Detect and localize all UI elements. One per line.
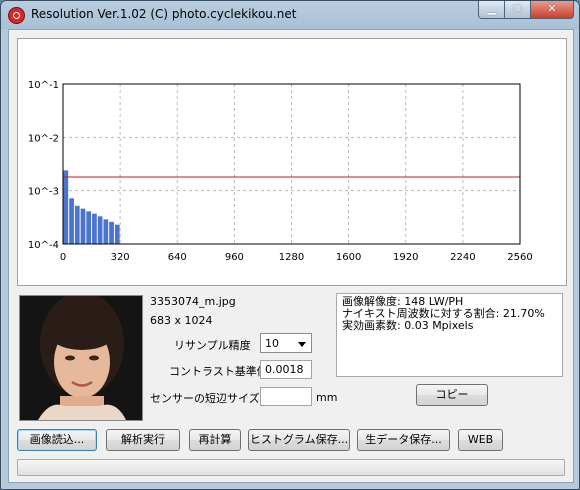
contrast-threshold-input[interactable] [260,360,312,379]
x-tick-label: 960 [225,252,244,263]
resample-precision-label: リサンプル精度 [174,339,251,352]
histogram-bar [109,221,114,244]
window-title: Resolution Ver.1.02 (C) photo.cyclekikou… [31,7,297,21]
close-icon: ✕ [547,2,557,15]
x-tick-label: 640 [168,252,187,263]
y-tick-label: 10^-2 [28,133,59,144]
x-tick-label: 0 [60,252,66,263]
histogram-bar [97,216,103,244]
y-tick-label: 10^-1 [28,80,59,91]
analyze-button[interactable]: 解析実行 [106,429,180,451]
contrast-threshold-label: コントラスト基準値 [169,365,268,378]
x-tick-label: 1600 [336,252,361,263]
minimize-icon: ▁ [487,2,496,15]
histogram-bar [103,219,109,244]
sensor-short-side-label: センサーの短辺サイズ [150,392,260,405]
progress-bar [17,459,565,476]
histogram-bar [74,205,80,244]
maximize-button[interactable]: ▢ [504,1,531,19]
close-button[interactable]: ✕ [530,1,574,19]
x-tick-label: 2560 [507,252,532,263]
sensor-unit-label: mm [316,391,338,404]
histogram-bar [80,208,86,244]
result-effective-pixels: 実効画素数: 0.03 Mpixels [342,319,474,332]
copy-button[interactable]: コピー [416,384,488,406]
y-tick-label: 10^-3 [28,187,59,198]
sensor-short-side-input[interactable] [260,387,312,406]
load-image-button[interactable]: 画像読込... [17,429,97,451]
save-histogram-button[interactable]: ヒストグラム保存... [248,429,350,451]
image-thumbnail [19,295,143,421]
histogram-bar [86,211,92,244]
minimize-button[interactable]: ▁ [478,1,505,19]
x-tick-label: 1920 [393,252,418,263]
x-tick-label: 320 [111,252,130,263]
x-tick-label: 1280 [279,252,304,263]
client-area: 0 320 640 960 1280 1600 1920 2240 2560 10^-1 10^-2… [8,29,574,483]
histogram-bar [92,213,97,244]
chevron-down-icon [298,342,306,347]
recalculate-button[interactable]: 再計算 [189,429,241,451]
histogram-bar [63,170,69,244]
mtf-histogram-chart: 0 320 640 960 1280 1600 1920 2240 2560 10^-1 10^-2… [28,80,533,263]
image-dimensions: 683 x 1024 [150,314,213,327]
y-tick-label: 10^-4 [28,240,59,251]
app-window: Resolution Ver.1.02 (C) photo.cyclekikou… [0,0,580,490]
resample-precision-value: 10 [265,337,279,350]
histogram-panel: 0 320 640 960 1280 1600 1920 2240 2560 10^-1 10^-2… [17,38,567,286]
x-tick-label: 2240 [450,252,475,263]
maximize-icon: ▢ [512,2,523,15]
histogram-bar [69,198,74,244]
resample-precision-select[interactable]: 10 [260,333,312,353]
portrait-thumbnail-image [20,296,142,420]
result-box: 画像解像度: 148 LW/PH ナイキスト周波数に対する割合: 21.70% … [336,293,563,377]
app-logo-icon [8,7,25,24]
save-raw-data-button[interactable]: 生データ保存... [357,429,450,451]
histogram-bar [114,224,120,244]
file-name: 3353074_m.jpg [150,295,236,308]
web-button[interactable]: WEB [458,429,503,451]
title-bar[interactable]: Resolution Ver.1.02 (C) photo.cyclekikou… [1,1,579,28]
